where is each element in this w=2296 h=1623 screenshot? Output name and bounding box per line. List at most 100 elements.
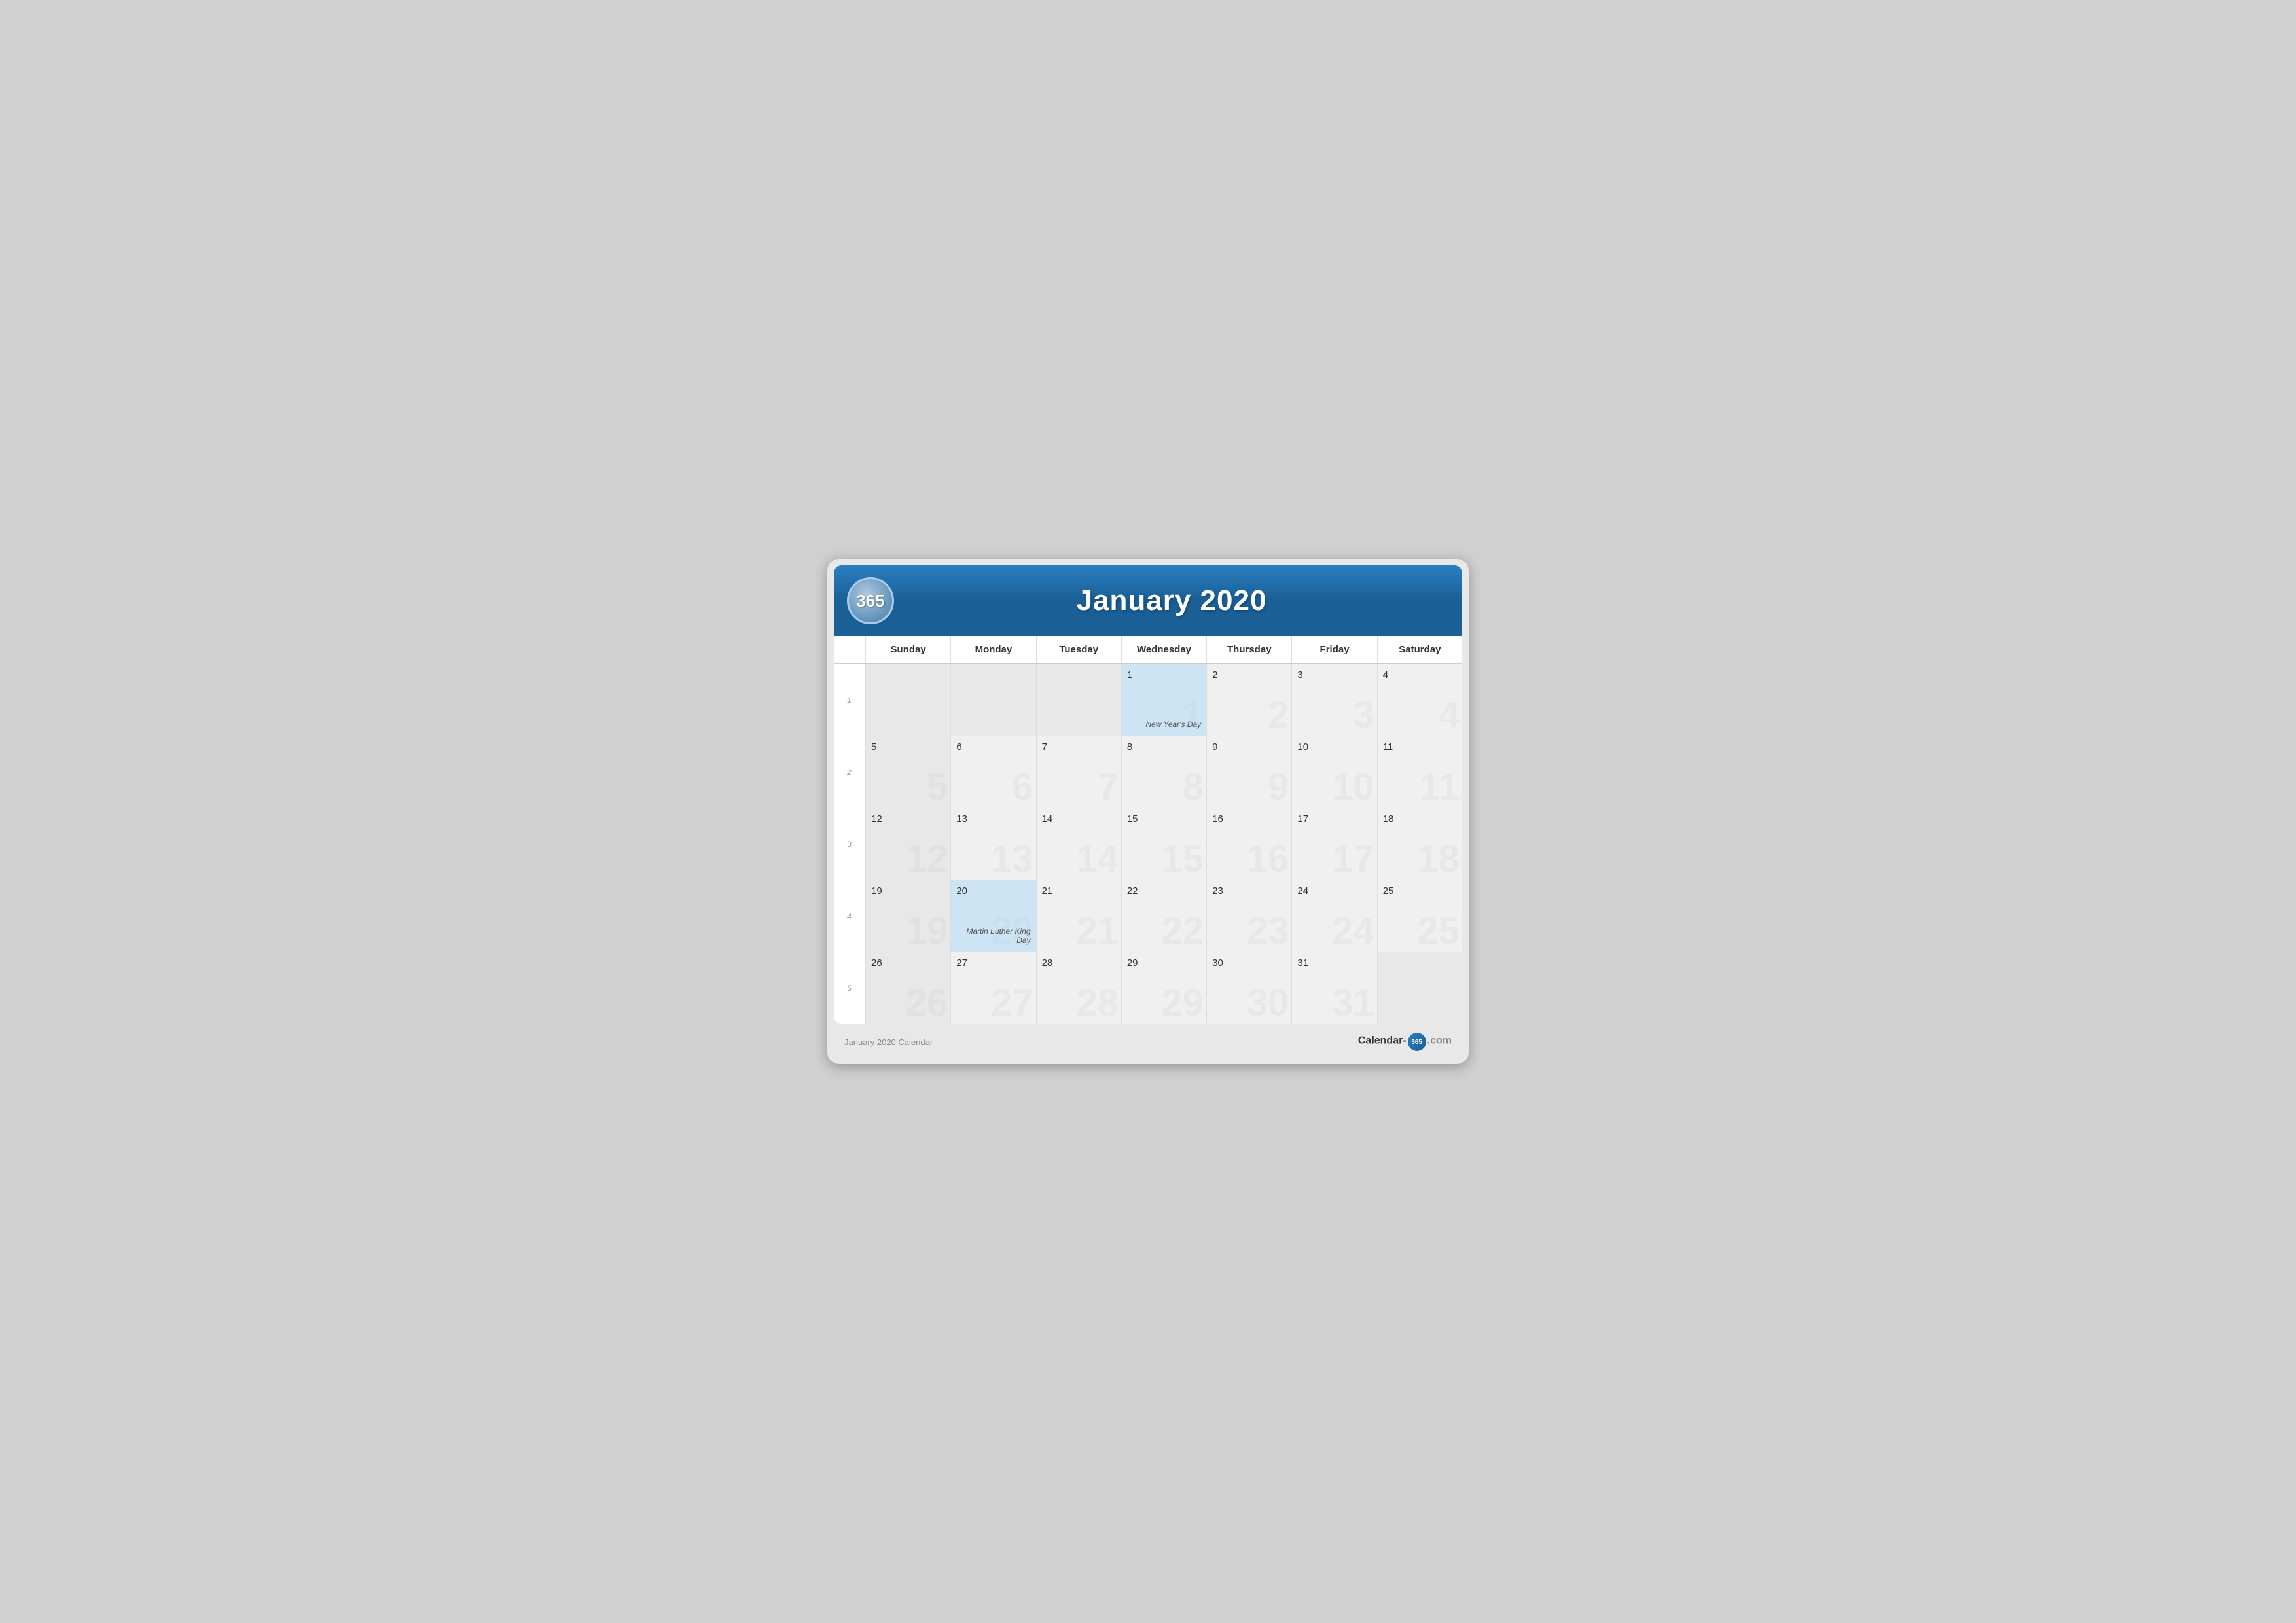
day-number: 2 xyxy=(1212,669,1286,681)
day-number: 15 xyxy=(1127,813,1201,825)
cell-bg-watermark: 21 xyxy=(1076,912,1119,950)
cell-bg-watermark: 23 xyxy=(1247,912,1289,950)
day-number: 1 xyxy=(1127,669,1201,681)
day-number: 3 xyxy=(1297,669,1371,681)
day-cell-empty-0-2 xyxy=(1036,664,1121,736)
cell-bg-watermark: 9 xyxy=(1268,768,1289,806)
day-cell-1: 11New Year's Day xyxy=(1121,664,1206,736)
day-cell-8: 88 xyxy=(1121,736,1206,808)
day-headers-row: SundayMondayTuesdayWednesdayThursdayFrid… xyxy=(834,636,1462,664)
day-cell-24: 2424 xyxy=(1291,880,1376,952)
cell-bg-watermark: 28 xyxy=(1076,984,1119,1022)
day-cell-26: 2626 xyxy=(865,952,950,1024)
week-number-4: 4 xyxy=(834,880,865,952)
day-cell-5: 55 xyxy=(865,736,950,808)
day-cell-17: 1717 xyxy=(1291,808,1376,880)
day-number: 20 xyxy=(956,885,1030,897)
week-number-2: 2 xyxy=(834,736,865,808)
day-header-wednesday: Wednesday xyxy=(1121,636,1206,663)
day-cell-29: 2929 xyxy=(1121,952,1206,1024)
day-number: 26 xyxy=(871,957,945,969)
cell-bg-watermark: 6 xyxy=(1012,768,1033,806)
day-cell-9: 99 xyxy=(1206,736,1291,808)
page-wrapper: 365 January 2020 SundayMondayTuesdayWedn… xyxy=(827,559,1469,1064)
week-number-3: 3 xyxy=(834,808,865,880)
day-number: 4 xyxy=(1383,669,1457,681)
holiday-label: Martin Luther King Day xyxy=(951,927,1030,945)
day-cell-2: 22 xyxy=(1206,664,1291,736)
cell-bg-watermark: 10 xyxy=(1332,768,1374,806)
cell-bg-watermark: 2 xyxy=(1268,696,1289,734)
footer-right-text: Calendar-365.com xyxy=(1358,1033,1452,1051)
day-number: 11 xyxy=(1383,741,1457,753)
day-number: 28 xyxy=(1042,957,1116,969)
day-header-tuesday: Tuesday xyxy=(1036,636,1121,663)
cell-bg-watermark: 31 xyxy=(1332,984,1374,1022)
week-number-1: 1 xyxy=(834,664,865,736)
day-header-sunday: Sunday xyxy=(865,636,950,663)
day-number: 29 xyxy=(1127,957,1201,969)
day-cell-23: 23 23 xyxy=(1206,880,1291,952)
day-number: 21 xyxy=(1042,885,1116,897)
day-number: 10 xyxy=(1297,741,1371,753)
day-cell-empty-0-1 xyxy=(950,664,1035,736)
day-number: 19 xyxy=(871,885,945,897)
cell-bg-watermark: 18 xyxy=(1417,840,1460,878)
footer-365-badge: 365 xyxy=(1408,1033,1426,1051)
footer-calendar-text: Calendar- xyxy=(1358,1035,1407,1046)
day-cell-31: 31 31 xyxy=(1291,952,1376,1024)
cell-bg-watermark: 27 xyxy=(991,984,1033,1022)
day-cell-27: 27 27 xyxy=(950,952,1035,1024)
cell-bg-watermark: 11 xyxy=(1420,768,1460,806)
cell-bg-watermark: 19 xyxy=(906,912,948,950)
day-number: 25 xyxy=(1383,885,1457,897)
day-header-friday: Friday xyxy=(1291,636,1376,663)
day-number: 22 xyxy=(1127,885,1201,897)
day-number: 27 xyxy=(956,957,1030,969)
day-cell-22: 2222 xyxy=(1121,880,1206,952)
day-header-monday: Monday xyxy=(950,636,1035,663)
cell-bg-watermark: 14 xyxy=(1076,840,1119,878)
cell-bg-watermark: 25 xyxy=(1417,912,1460,950)
day-number: 13 xyxy=(956,813,1030,825)
header: 365 January 2020 xyxy=(834,565,1462,636)
calendar-title: January 2020 xyxy=(894,584,1449,617)
day-cell-13: 13 13 xyxy=(950,808,1035,880)
footer: January 2020 Calendar Calendar-365.com xyxy=(834,1026,1462,1058)
day-number: 24 xyxy=(1297,885,1371,897)
week-num-header xyxy=(834,636,865,663)
day-number: 31 xyxy=(1297,957,1371,969)
day-number: 5 xyxy=(871,741,945,753)
day-number: 7 xyxy=(1042,741,1116,753)
day-number: 6 xyxy=(956,741,1030,753)
cell-bg-watermark: 5 xyxy=(927,768,948,806)
day-number: 17 xyxy=(1297,813,1371,825)
day-number: 23 xyxy=(1212,885,1286,897)
cell-bg-watermark: 8 xyxy=(1183,768,1204,806)
cell-bg-watermark: 30 xyxy=(1247,984,1289,1022)
day-cell-21: 21 21 xyxy=(1036,880,1121,952)
cell-bg-watermark: 7 xyxy=(1098,768,1119,806)
day-number: 18 xyxy=(1383,813,1457,825)
footer-dotcom: .com xyxy=(1427,1035,1452,1046)
day-cell-14: 1414 xyxy=(1036,808,1121,880)
day-cell-19: 1919 xyxy=(865,880,950,952)
footer-left-text: January 2020 Calendar xyxy=(844,1037,933,1047)
day-number: 9 xyxy=(1212,741,1286,753)
cell-bg-watermark: 16 xyxy=(1247,840,1289,878)
day-cell-25: 25 25 xyxy=(1377,880,1462,952)
day-header-thursday: Thursday xyxy=(1206,636,1291,663)
cell-bg-watermark: 12 xyxy=(906,840,948,878)
cell-bg-watermark: 17 xyxy=(1332,840,1374,878)
day-cell-12: 1212 xyxy=(865,808,950,880)
day-cell-28: 28 28 xyxy=(1036,952,1121,1024)
day-number: 8 xyxy=(1127,741,1201,753)
day-cell-18: 1818 xyxy=(1377,808,1462,880)
day-cell-4: 44 xyxy=(1377,664,1462,736)
holiday-label: New Year's Day xyxy=(1145,720,1201,729)
day-header-saturday: Saturday xyxy=(1377,636,1462,663)
cell-bg-watermark: 4 xyxy=(1439,696,1460,734)
day-cell-10: 10 10 xyxy=(1291,736,1376,808)
cell-bg-watermark: 13 xyxy=(991,840,1033,878)
cell-bg-watermark: 3 xyxy=(1353,696,1374,734)
